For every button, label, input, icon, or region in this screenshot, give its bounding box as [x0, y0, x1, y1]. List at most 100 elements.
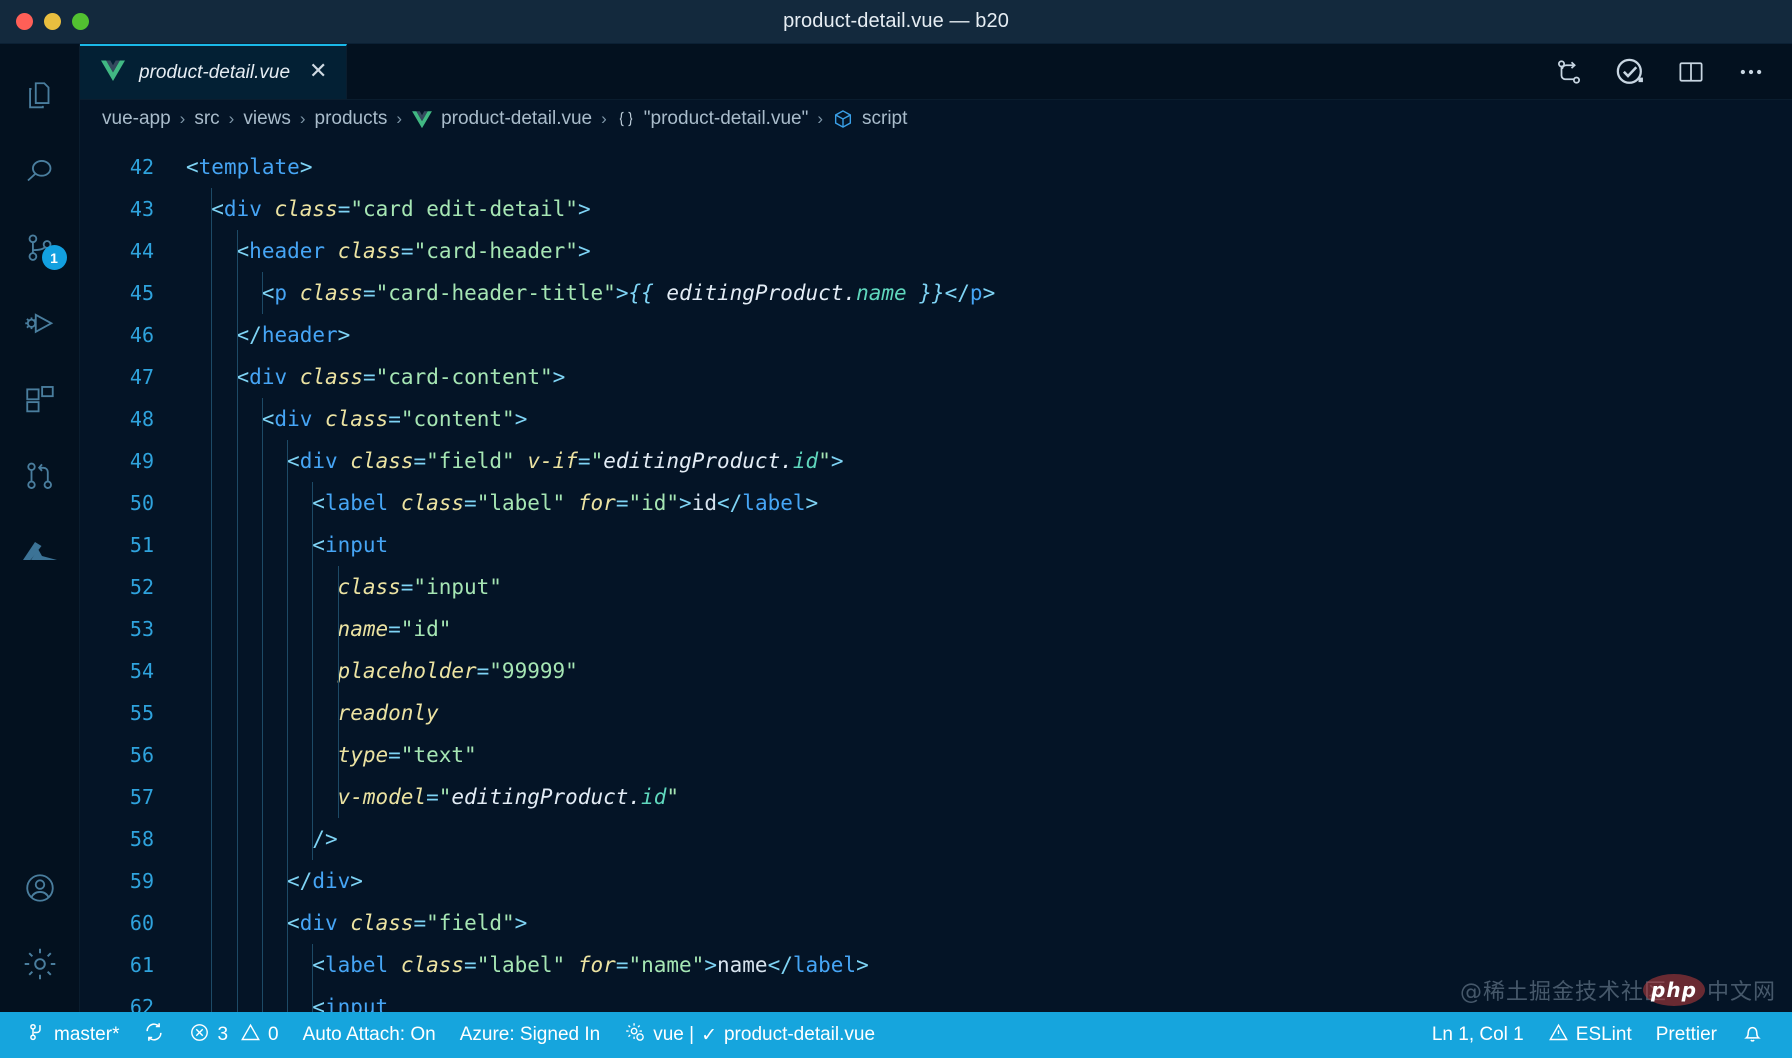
status-bar: master* 3 0	[0, 1012, 1792, 1058]
vue-icon	[100, 59, 126, 87]
sidebar-item-source-control[interactable]: 1	[0, 210, 80, 286]
breadcrumb-item-products[interactable]: products	[315, 108, 388, 130]
code-line[interactable]: </div>	[186, 860, 1792, 902]
token-punc: =	[414, 449, 427, 473]
token-attr: class	[300, 281, 363, 305]
sidebar-item-search[interactable]	[0, 134, 80, 210]
code-line[interactable]: <label class="label" for="name">name</la…	[186, 944, 1792, 986]
breadcrumb-item-file[interactable]: product-detail.vue	[441, 108, 592, 130]
status-sync[interactable]	[131, 1012, 177, 1058]
code-line[interactable]: readonly	[186, 692, 1792, 734]
code-line[interactable]: class="input"	[186, 566, 1792, 608]
indent-guide	[287, 818, 288, 860]
code-line[interactable]: <label class="label" for="id">id</label>	[186, 482, 1792, 524]
code-line[interactable]: />	[186, 818, 1792, 860]
check-circle-icon[interactable]	[1614, 56, 1646, 88]
sidebar-item-accounts[interactable]	[0, 850, 80, 926]
token-punc: =	[388, 407, 401, 431]
token-punc: =	[616, 491, 629, 515]
token-attr: for	[578, 953, 616, 977]
line-number: 61	[80, 944, 154, 986]
tab-label: product-detail.vue	[139, 62, 290, 84]
token-text	[565, 491, 578, 515]
close-icon[interactable]: ✕	[303, 60, 329, 85]
maximize-window-button[interactable]	[72, 13, 89, 30]
token-text: name	[717, 953, 768, 977]
code-line[interactable]: <div class="field" v-if="editingProduct.…	[186, 440, 1792, 482]
indent-guide	[211, 902, 212, 944]
code-line[interactable]: <template>	[186, 146, 1792, 188]
token-expr: .	[780, 449, 793, 473]
token-attr: class	[325, 407, 388, 431]
code-line[interactable]: </header>	[186, 314, 1792, 356]
status-vetur[interactable]: vue | ✓ product-detail.vue	[612, 1012, 887, 1058]
code-line-text: name="id"	[186, 617, 451, 641]
breadcrumb-item-script[interactable]: script	[862, 108, 907, 130]
status-azure-account[interactable]: Azure: Signed In	[448, 1012, 612, 1058]
code-line[interactable]: <p class="card-header-title">{{ editingP…	[186, 272, 1792, 314]
indent-guide	[211, 860, 212, 902]
code-line[interactable]: type="text"	[186, 734, 1792, 776]
code-line[interactable]: <div class="content">	[186, 398, 1792, 440]
indent-guide	[262, 986, 263, 1012]
code-line[interactable]: <div class="card-content">	[186, 356, 1792, 398]
indent-guide	[338, 650, 339, 692]
token-punc: >	[831, 449, 844, 473]
indent-guide	[262, 902, 263, 944]
status-eslint[interactable]: ESLint	[1536, 1022, 1644, 1049]
code-editor[interactable]: 4243444546474849505152535455565758596061…	[80, 138, 1792, 1012]
editor-tab-product-detail-vue[interactable]: product-detail.vue ✕	[80, 44, 347, 99]
sidebar-item-pull-requests[interactable]	[0, 438, 80, 514]
status-auto-attach[interactable]: Auto Attach: On	[291, 1012, 448, 1058]
minimize-window-button[interactable]	[44, 13, 61, 30]
code-line[interactable]: v-model="editingProduct.id"	[186, 776, 1792, 818]
breadcrumb-item-views[interactable]: views	[243, 108, 291, 130]
split-editor-icon[interactable]	[1676, 57, 1706, 87]
indent-guide	[262, 272, 263, 314]
breadcrumb-item-src[interactable]: src	[194, 108, 219, 130]
ellipsis-icon[interactable]	[1736, 57, 1766, 87]
sync-icon	[143, 1021, 165, 1049]
code-line[interactable]: <div class="card edit-detail">	[186, 188, 1792, 230]
status-branch[interactable]: master*	[14, 1012, 131, 1058]
sidebar-item-run-and-debug[interactable]	[0, 286, 80, 362]
code-line[interactable]: name="id"	[186, 608, 1792, 650]
token-prop: id	[793, 449, 818, 473]
sidebar-item-extensions[interactable]	[0, 362, 80, 438]
sidebar-item-azure[interactable]	[0, 514, 80, 590]
code-line[interactable]: <header class="card-header">	[186, 230, 1792, 272]
token-str: "	[439, 785, 452, 809]
code-line[interactable]: placeholder="99999"	[186, 650, 1792, 692]
token-punc: =	[401, 239, 414, 263]
compare-changes-icon[interactable]	[1554, 57, 1584, 87]
token-punc: >	[300, 155, 313, 179]
sidebar-item-manage[interactable]	[0, 926, 80, 1002]
status-problems[interactable]: 3 0	[177, 1012, 290, 1058]
code-line[interactable]: <input	[186, 986, 1792, 1012]
indent-guide	[237, 524, 238, 566]
token-attr: readonly	[338, 701, 439, 725]
code-content[interactable]: <template><div class="card edit-detail">…	[168, 138, 1792, 1012]
indent-guide	[237, 650, 238, 692]
code-line[interactable]: <input	[186, 524, 1792, 566]
breadcrumb-item-symbol-file[interactable]: "product-detail.vue"	[644, 108, 809, 130]
token-punc: </	[717, 491, 742, 515]
code-line[interactable]: <div class="field">	[186, 902, 1792, 944]
status-prettier[interactable]: Prettier	[1644, 1024, 1729, 1046]
token-tag: div	[274, 407, 312, 431]
token-punc: =	[464, 491, 477, 515]
indent-guide	[338, 566, 339, 608]
indent-guide	[287, 986, 288, 1012]
token-expr: editingProduct	[603, 449, 780, 473]
token-str: "field"	[426, 449, 515, 473]
line-number: 55	[80, 692, 154, 734]
close-window-button[interactable]	[16, 13, 33, 30]
token-str: "label"	[477, 491, 566, 515]
status-notifications[interactable]	[1729, 1021, 1776, 1050]
breadcrumb-item-vue-app[interactable]: vue-app	[102, 108, 171, 130]
status-cursor-position[interactable]: Ln 1, Col 1	[1420, 1024, 1536, 1046]
line-number: 52	[80, 566, 154, 608]
token-prop: name	[856, 281, 907, 305]
sidebar-item-explorer[interactable]	[0, 58, 80, 134]
token-attr: class	[338, 575, 401, 599]
